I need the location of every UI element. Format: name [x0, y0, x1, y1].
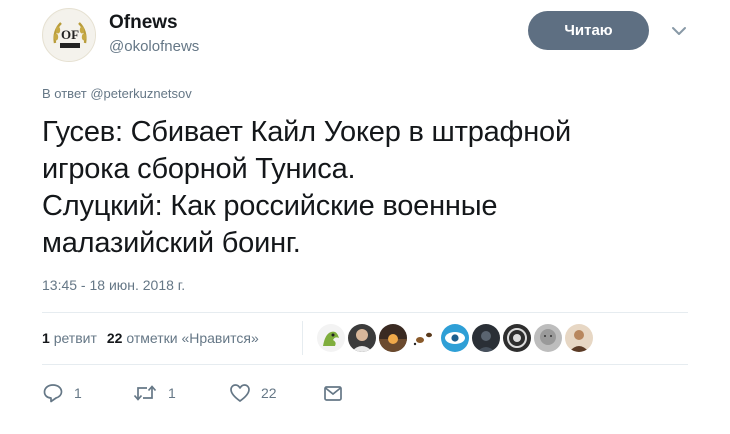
svg-text:OF: OF: [61, 27, 79, 42]
sunset-avatar-icon: [379, 324, 407, 352]
tweet-text: Гусев: Сбивает Кайл Уокер в штрафной игр…: [42, 114, 682, 262]
likes-stat[interactable]: 22 отметки «Нравится»: [107, 330, 259, 346]
envelope-icon: [324, 386, 342, 401]
liker-avatar[interactable]: [378, 323, 408, 353]
liker-avatar[interactable]: [440, 323, 470, 353]
retweets-stat[interactable]: 1 ретвит: [42, 330, 97, 346]
laurel-logo-icon: OF: [44, 10, 95, 61]
user-avatar[interactable]: OF: [42, 8, 96, 62]
liker-avatar[interactable]: [409, 323, 439, 353]
liker-avatar[interactable]: [316, 323, 346, 353]
likes-label: отметки «Нравится»: [126, 330, 259, 346]
liker-avatar[interactable]: [502, 323, 532, 353]
retweet-count: 1: [168, 385, 176, 401]
reply-button[interactable]: 1: [42, 380, 82, 406]
reply-count: 1: [74, 385, 82, 401]
reply-context: В ответ @peterkuznetsov: [42, 86, 192, 101]
tweet-card: OF Ofnews @okolofnews Читаю В ответ @pet…: [0, 0, 730, 434]
stats-divider: [302, 321, 303, 355]
portrait-avatar-icon: [565, 324, 593, 352]
tweet-line: малазийский боинг.: [42, 227, 301, 259]
like-button[interactable]: 22: [229, 380, 277, 406]
reply-mention-link[interactable]: @peterkuznetsov: [90, 86, 191, 101]
tweet-stats: 1 ретвит 22 отметки «Нравится»: [42, 330, 259, 346]
divider: [42, 312, 688, 313]
retweet-button[interactable]: 1: [132, 380, 176, 406]
pattern-avatar-icon: [503, 324, 531, 352]
dark-avatar-icon: [472, 324, 500, 352]
liker-avatar[interactable]: [533, 323, 563, 353]
retweet-icon: [133, 385, 157, 401]
user-handle[interactable]: @okolofnews: [109, 38, 199, 55]
liker-avatar[interactable]: [471, 323, 501, 353]
liker-avatar[interactable]: [347, 323, 377, 353]
tweet-line: Слуцкий: Как российские военные: [42, 190, 498, 222]
reply-prefix: В ответ: [42, 86, 87, 101]
retweets-count: 1: [42, 330, 50, 346]
following-button[interactable]: Читаю: [528, 11, 649, 50]
dragon-avatar-icon: [317, 324, 345, 352]
likes-count: 22: [106, 330, 123, 346]
heart-icon: [230, 384, 250, 402]
person-avatar-icon: [348, 324, 376, 352]
eye-logo-avatar-icon: [441, 324, 469, 352]
direct-message-button[interactable]: [322, 380, 344, 406]
bugs-avatar-icon: [410, 324, 438, 352]
like-count: 22: [261, 385, 277, 401]
tweet-line: игрока сборной Туниса.: [42, 153, 356, 185]
chevron-down-icon[interactable]: [670, 22, 688, 40]
retweets-label: ретвит: [53, 330, 97, 346]
face-avatar-icon: [534, 324, 562, 352]
tweet-line: Гусев: Сбивает Кайл Уокер в штрафной: [42, 116, 571, 148]
tweet-timestamp[interactable]: 13:45 - 18 июн. 2018 г.: [42, 277, 185, 293]
liker-avatar[interactable]: [564, 323, 594, 353]
reply-icon: [43, 384, 63, 403]
user-name[interactable]: Ofnews: [109, 12, 178, 34]
divider: [42, 364, 688, 365]
